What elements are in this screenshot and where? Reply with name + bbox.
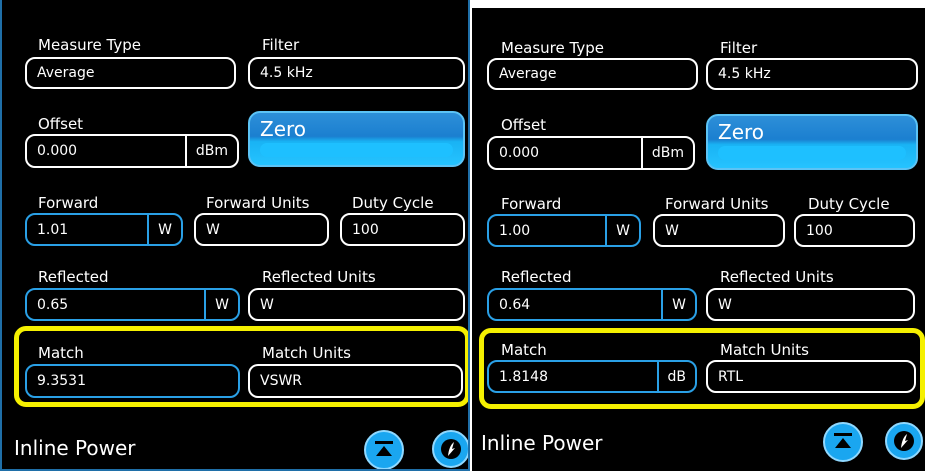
reflected-unit: W [661,290,695,319]
zero-button[interactable]: Zero [248,111,465,167]
match-units-label: Match Units [720,341,809,359]
filter-value: 4.5 kHz [260,65,313,81]
duty-cycle-field[interactable]: 100 [340,213,465,246]
duty-cycle-field[interactable]: 100 [794,214,915,247]
match-value: 1.8148 [499,368,548,385]
forward-unit: W [147,215,181,244]
match-field[interactable]: 1.8148 dB [487,360,697,393]
match-units-field[interactable]: VSWR [248,364,463,398]
left-panel: Measure Type Average Filter 4.5 kHz Offs… [0,0,470,471]
match-units-value: VSWR [260,373,303,389]
reflected-field[interactable]: 0.65 W [25,288,240,321]
power-sensor-icon [894,431,914,451]
reflected-value: 0.65 [37,296,69,313]
filter-label: Filter [262,36,300,54]
forward-units-value: W [206,221,220,238]
match-value: 9.3531 [37,373,86,389]
measure-type-value: Average [37,65,95,81]
reflected-label: Reflected [38,268,109,286]
filter-field[interactable]: 4.5 kHz [248,57,465,89]
forward-field[interactable]: 1.00 W [487,214,641,247]
forward-units-value: W [665,222,679,239]
match-field[interactable]: 9.3531 [25,364,240,398]
reflected-units-field[interactable]: W [706,288,915,321]
filter-field[interactable]: 4.5 kHz [706,58,918,90]
offset-unit: dBm [184,136,237,166]
offset-value: 0.000 [37,143,78,159]
reflected-units-value: W [260,296,274,313]
match-label: Match [501,341,547,359]
reflected-units-field[interactable]: W [248,288,465,321]
collapse-button[interactable] [364,430,404,469]
forward-label: Forward [501,195,562,213]
filter-label: Filter [720,39,758,57]
measure-type-label: Measure Type [501,39,604,57]
match-units-label: Match Units [262,344,351,362]
reflected-label: Reflected [501,268,572,286]
match-units-field[interactable]: RTL [706,360,916,393]
zero-button-bar [260,143,453,157]
right-panel: Measure Type Average Filter 4.5 kHz Offs… [472,8,925,471]
forward-unit: W [605,216,639,245]
forward-value: 1.00 [499,222,531,239]
forward-units-field[interactable]: W [653,214,785,247]
measure-type-field[interactable]: Average [25,57,236,89]
offset-value: 0.000 [499,145,540,161]
duty-cycle-label: Duty Cycle [352,194,434,212]
zero-button[interactable]: Zero [706,114,918,170]
forward-field[interactable]: 1.01 W [25,213,183,246]
forward-value: 1.01 [37,221,69,238]
duty-cycle-value: 100 [806,222,833,239]
duty-cycle-label: Duty Cycle [808,195,890,213]
zero-button-label: Zero [260,117,307,141]
measure-type-field[interactable]: Average [487,58,698,90]
zero-button-bar [718,146,906,160]
reflected-units-value: W [718,296,732,313]
filter-value: 4.5 kHz [718,66,771,82]
reflected-units-label: Reflected Units [720,268,834,286]
reflected-field[interactable]: 0.64 W [487,288,697,321]
offset-unit: dBm [640,138,693,168]
forward-units-label: Forward Units [665,195,769,213]
reflected-unit: W [204,290,238,319]
collapse-icon [375,441,393,456]
match-units-value: RTL [718,368,744,385]
footer-title: Inline Power [481,431,603,455]
forward-units-label: Forward Units [206,194,310,212]
footer-title: Inline Power [14,436,136,460]
offset-label: Offset [501,116,547,134]
duty-cycle-value: 100 [352,221,379,238]
match-unit: dB [656,362,696,391]
zero-button-label: Zero [718,120,765,144]
power-sensor-button[interactable] [885,422,923,460]
forward-label: Forward [38,194,99,212]
power-sensor-button[interactable] [432,430,468,468]
power-sensor-icon [441,439,461,459]
measure-type-label: Measure Type [38,36,141,54]
measure-type-value: Average [499,66,557,82]
offset-field[interactable]: 0.000 dBm [487,136,695,170]
reflected-value: 0.64 [499,296,531,313]
collapse-button[interactable] [823,422,863,462]
offset-field[interactable]: 0.000 dBm [25,134,239,168]
reflected-units-label: Reflected Units [262,268,376,286]
offset-label: Offset [38,115,84,133]
forward-units-field[interactable]: W [194,213,329,246]
match-label: Match [38,344,84,362]
collapse-icon [834,433,852,448]
